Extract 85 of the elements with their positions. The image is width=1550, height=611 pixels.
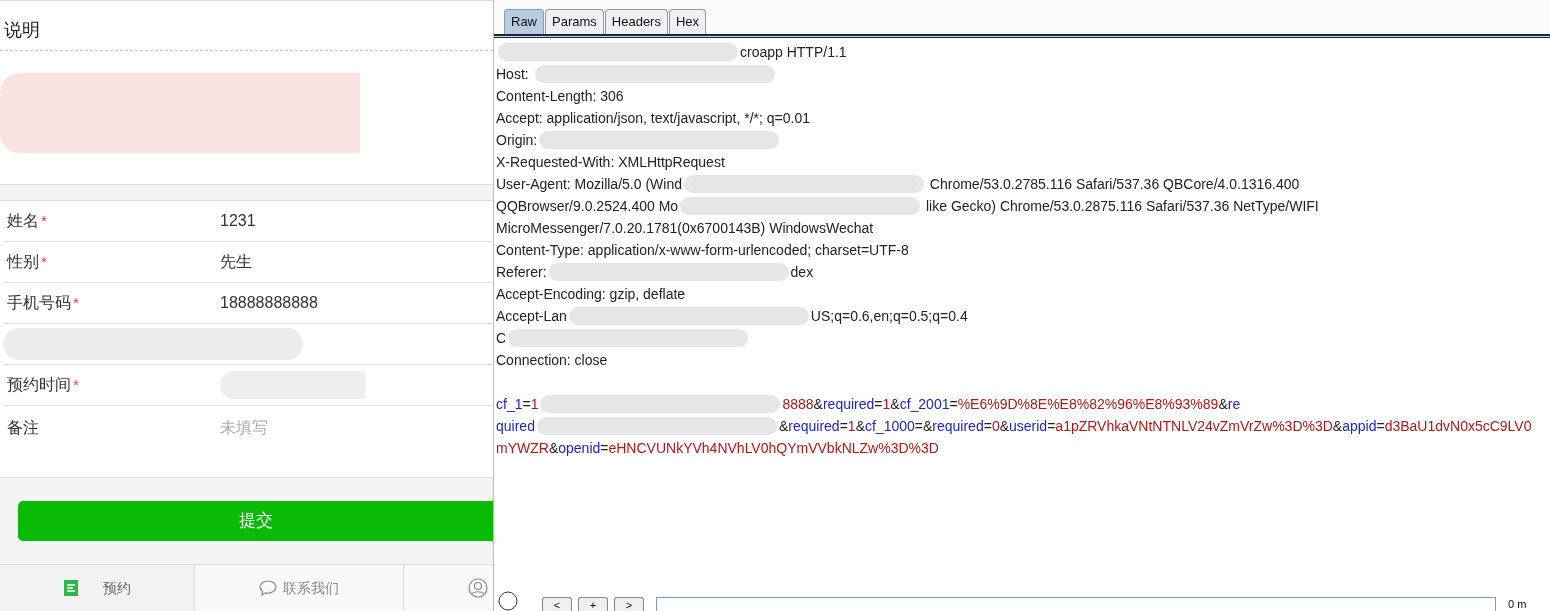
separator: =	[1376, 417, 1385, 436]
separator: &	[813, 395, 823, 414]
header-text: like Gecko) Chrome/53.0.2875.116 Safari/537.36 NetType/WIFI	[925, 197, 1319, 216]
param-name: quired	[496, 417, 535, 436]
required-mark: *	[41, 210, 47, 231]
param-name: openid	[558, 439, 601, 458]
separator: &	[855, 417, 865, 436]
separator: =	[522, 395, 531, 414]
header-text: Referer:	[496, 263, 547, 282]
param-name: required	[932, 417, 984, 436]
header-text: C	[496, 329, 507, 348]
required-mark: *	[73, 292, 79, 313]
remark-field[interactable]: 未填写	[220, 416, 420, 440]
param-value: mYWZR	[496, 439, 549, 458]
help-icon[interactable]	[498, 591, 518, 611]
header-text: Accept-Encoding: gzip, deflate	[496, 285, 686, 304]
required-mark: *	[73, 374, 79, 395]
header-text: dex	[790, 263, 814, 282]
field-label: 性别	[7, 252, 39, 272]
match-count: 0 m	[1508, 598, 1527, 611]
param-value: 8888	[782, 395, 814, 414]
user-icon	[468, 578, 488, 598]
field-value: 18888888888	[220, 293, 318, 313]
param-value: 1	[530, 395, 539, 414]
separator: =	[874, 395, 883, 414]
separator: &	[999, 417, 1009, 436]
param-name: cf_1	[496, 395, 523, 414]
editor-tab[interactable]: Headers	[604, 9, 668, 34]
separator: &	[1218, 395, 1228, 414]
separator: =&	[914, 417, 933, 436]
separator: =	[949, 395, 958, 414]
field-label: 预约时间	[7, 375, 71, 395]
param-name: appid	[1342, 417, 1377, 436]
param-name: cf_2001	[899, 395, 950, 414]
param-name: required	[788, 417, 840, 436]
header-text: Accept: application/json, text/javascript, */*; q=0.01	[496, 109, 810, 128]
field-label: 备注	[7, 418, 39, 438]
field-value: 1231	[220, 211, 256, 231]
nav-button[interactable]: <	[542, 597, 572, 611]
document-icon	[63, 579, 79, 597]
separator: =	[839, 417, 848, 436]
header-text: Accept-Lan	[496, 307, 567, 326]
chat-icon	[259, 580, 277, 596]
param-name: re	[1227, 395, 1241, 414]
header-text: X-Requested-With: XMLHttpRequest	[496, 153, 725, 172]
param-name: cf_1000	[864, 417, 915, 436]
header-text: Content-Type: application/x-www-form-urlencoded; charset=UTF-8	[496, 241, 909, 260]
param-value: %E6%9D%8E%E8%82%96%E8%93%89	[957, 395, 1219, 414]
param-value: eHNCVUNkYVh4NVhLV0hQYmVVbkNLZw%3D%3D	[608, 439, 939, 458]
param-value: d3BaU1dvN0x5cC9LV0	[1384, 417, 1532, 436]
field-value: 先生	[220, 252, 252, 272]
header-text: Chrome/53.0.2785.116 Safari/537.36 QBCore/4.0.1316.400	[928, 175, 1300, 194]
separator: &	[1332, 417, 1343, 436]
header-text: User-Agent: Mozilla/5.0 (Wind	[496, 175, 682, 194]
nav-button[interactable]: +	[578, 597, 608, 611]
param-value: a1pZRVhkaVNtNTNLV24vZmVrZw%3D%3D	[1055, 417, 1333, 436]
header-text: Origin:	[496, 131, 538, 150]
header-text: Host:	[496, 65, 530, 84]
nav-button[interactable]: >	[614, 597, 644, 611]
separator: &	[890, 395, 900, 414]
param-name: required	[822, 395, 875, 414]
separator: &	[778, 417, 789, 436]
separator: =	[600, 439, 609, 458]
editor-tab[interactable]: Params	[545, 9, 604, 34]
search-field[interactable]	[656, 597, 1496, 611]
param-name: userid	[1009, 417, 1048, 436]
header-text: croapp HTTP/1.1	[740, 43, 847, 62]
header-text: Content-Length: 306	[496, 87, 624, 106]
param-value: 1	[882, 395, 891, 414]
header-text: US;q=0.6,en;q=0.5;q=0.4	[810, 307, 968, 326]
field-label: 手机号码	[7, 293, 71, 313]
separator: &	[548, 439, 559, 458]
editor-tab[interactable]: Raw	[504, 9, 544, 34]
separator: =	[983, 417, 992, 436]
editor-tab[interactable]: Hex	[668, 9, 707, 34]
required-mark: *	[41, 251, 47, 272]
header-text: Connection: close	[496, 351, 608, 370]
nav-tab[interactable]: 预约	[0, 565, 195, 611]
header-text: MicroMessenger/7.0.20.1781(0x6700143B) WindowsWechat	[496, 219, 874, 238]
header-text: QQBrowser/9.0.2524.400 Mo	[496, 197, 679, 216]
field-label: 姓名	[7, 211, 39, 231]
section-title: 说明	[0, 1, 493, 51]
separator: =	[1047, 417, 1056, 436]
param-value: 1	[847, 417, 856, 436]
param-value: 0	[991, 417, 1000, 436]
